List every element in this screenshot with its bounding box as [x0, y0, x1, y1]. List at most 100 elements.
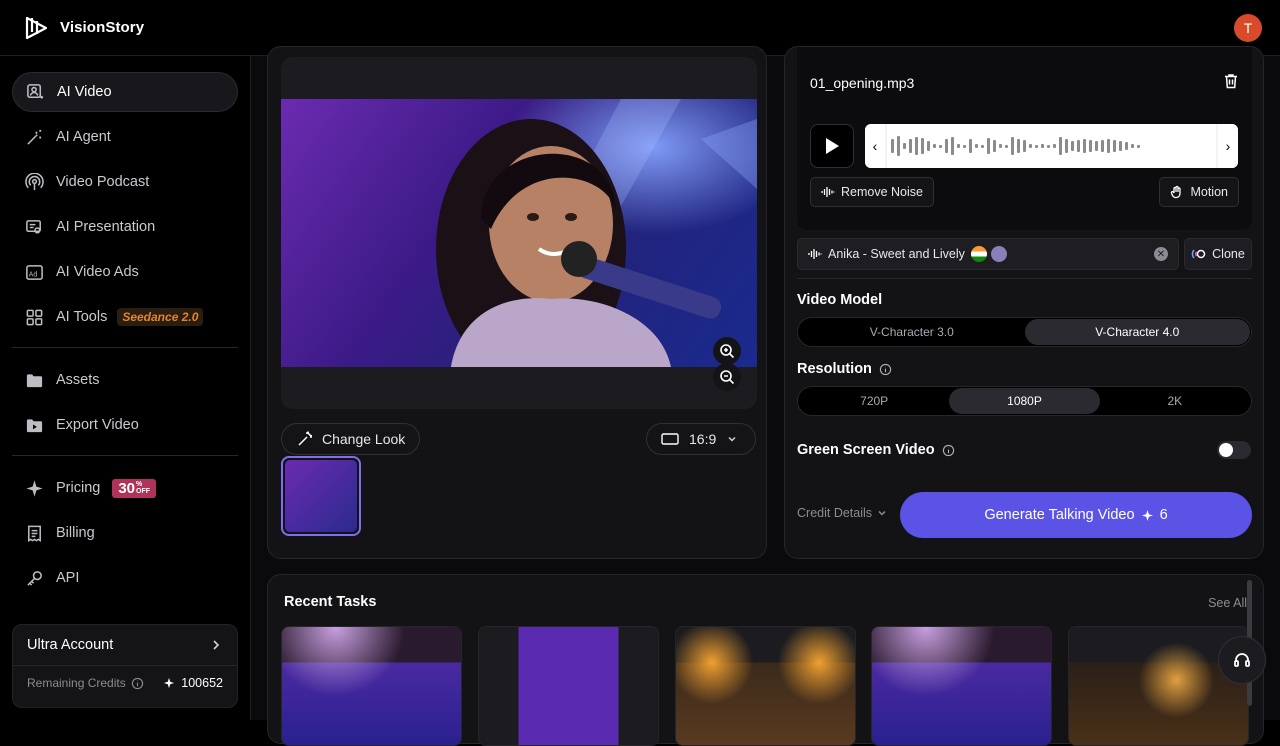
support-chat-button[interactable]	[1218, 636, 1266, 684]
magic-wand-icon	[24, 127, 44, 147]
task-thumbnail	[479, 627, 658, 745]
recent-task-card[interactable]	[871, 626, 1052, 746]
video-model-option-v4[interactable]: V-Character 4.0	[1024, 319, 1250, 345]
waveform-bars	[887, 124, 1216, 168]
generate-label: Generate Talking Video	[984, 507, 1135, 523]
grid-icon	[24, 307, 44, 327]
sidebar-item-label: API	[56, 570, 80, 586]
change-look-button[interactable]: Change Look	[281, 423, 421, 455]
sidebar-item-label: Export Video	[56, 417, 139, 433]
account-card[interactable]: Ultra Account Remaining Credits 100652	[12, 624, 238, 708]
motion-button[interactable]: Motion	[1159, 177, 1239, 207]
recent-task-card[interactable]	[675, 626, 856, 746]
visionstory-logo-icon	[25, 16, 48, 39]
aspect-ratio-select[interactable]: 16:9	[646, 423, 756, 455]
zoom-in-button[interactable]	[713, 337, 741, 365]
sidebar-item-api[interactable]: API	[12, 558, 238, 598]
delete-audio-button[interactable]	[1222, 72, 1240, 95]
credit-sparkle-icon	[164, 677, 175, 689]
sidebar-item-label: AI Video Ads	[56, 264, 139, 280]
recent-task-card[interactable]	[281, 626, 462, 746]
sidebar-item-billing[interactable]: Billing	[12, 513, 238, 553]
sidebar-divider	[12, 347, 238, 348]
sidebar-item-label: Billing	[56, 525, 95, 541]
clone-voice-button[interactable]: Clone	[1184, 238, 1252, 270]
zoom-out-button[interactable]	[713, 363, 741, 391]
info-icon[interactable]	[942, 444, 955, 457]
clone-voice-icon	[1191, 249, 1206, 259]
brand-name: VisionStory	[60, 19, 145, 36]
green-screen-toggle[interactable]	[1217, 441, 1251, 459]
resolution-option-1080p[interactable]: 1080P	[949, 388, 1100, 414]
ai-video-icon	[25, 82, 45, 102]
main-content: Change Look 16:9 01_opening.mp3 ‹ › Remo…	[251, 46, 1280, 746]
receipt-icon	[24, 523, 44, 543]
info-icon[interactable]	[131, 677, 144, 690]
clone-label: Clone	[1212, 247, 1245, 261]
export-folder-icon	[24, 415, 44, 435]
sidebar-item-ai-video[interactable]: AI Video	[12, 72, 238, 112]
generate-talking-video-button[interactable]: Generate Talking Video 6	[900, 492, 1252, 538]
avatar-editor-panel: Change Look 16:9	[267, 46, 767, 559]
change-look-label: Change Look	[322, 431, 406, 447]
remove-noise-label: Remove Noise	[841, 185, 923, 199]
sidebar-item-label: Pricing	[56, 480, 101, 496]
user-avatar[interactable]: T	[1234, 13, 1262, 42]
sidebar-item-ai-agent[interactable]: AI Agent	[12, 117, 238, 157]
task-thumbnail	[282, 627, 461, 745]
india-flag-icon	[970, 246, 987, 262]
ads-icon: Ad	[24, 262, 44, 282]
recent-tasks-panel: Recent Tasks See All	[267, 574, 1264, 746]
zoom-out-icon	[720, 370, 735, 385]
sidebar-item-ai-video-ads[interactable]: Ad AI Video Ads	[12, 252, 238, 292]
sidebar-item-ai-presentation[interactable]: AI Presentation	[12, 207, 238, 247]
resolution-option-720p[interactable]: 720P	[799, 388, 949, 414]
voice-name: Anika - Sweet and Lively	[828, 247, 965, 261]
remove-noise-button[interactable]: Remove Noise	[810, 177, 934, 207]
sidebar-item-assets[interactable]: Assets	[12, 360, 238, 400]
motion-label: Motion	[1190, 185, 1228, 199]
resolution-title: Resolution	[797, 361, 892, 377]
motion-hand-icon	[1171, 185, 1182, 199]
look-thumbnail-selected[interactable]	[281, 456, 361, 536]
info-icon[interactable]	[879, 363, 892, 376]
brand[interactable]: VisionStory	[24, 15, 144, 41]
aspect-ratio-icon	[661, 433, 679, 445]
sidebar-item-pricing[interactable]: Pricing 30 % OFF	[12, 468, 238, 508]
account-title: Ultra Account	[27, 637, 114, 653]
voice-select[interactable]: Anika - Sweet and Lively ✕	[797, 238, 1179, 270]
sidebar-item-label: Video Podcast	[56, 174, 150, 190]
video-model-option-v3[interactable]: V-Character 3.0	[799, 319, 1025, 345]
look-thumbnail-image	[285, 460, 357, 532]
recent-task-card[interactable]	[478, 626, 659, 746]
svg-text:Ad: Ad	[28, 270, 37, 278]
recent-task-card[interactable]	[1068, 626, 1249, 746]
sparkle-icon	[24, 478, 44, 498]
play-icon	[826, 138, 839, 154]
sidebar-item-label: AI Agent	[56, 129, 111, 145]
clear-voice-button[interactable]: ✕	[1154, 247, 1168, 261]
audio-file-name: 01_opening.mp3	[810, 75, 915, 91]
see-all-link[interactable]: See All	[1208, 596, 1247, 610]
seedance-badge: Seedance 2.0	[117, 308, 204, 326]
resolution-option-2k[interactable]: 2K	[1100, 388, 1250, 414]
avatar-preview-image	[281, 99, 757, 379]
play-audio-button[interactable]	[810, 124, 854, 168]
folder-icon	[24, 370, 44, 390]
settings-divider	[797, 278, 1252, 279]
sidebar-item-export-video[interactable]: Export Video	[12, 405, 238, 445]
trim-end-handle[interactable]: ›	[1218, 124, 1238, 168]
sidebar-item-video-podcast[interactable]: Video Podcast	[12, 162, 238, 202]
remaining-credits-value: 100652	[163, 676, 223, 690]
sidebar-item-ai-tools[interactable]: AI Tools Seedance 2.0	[12, 297, 238, 337]
chevron-right-icon	[213, 640, 220, 650]
audio-waveform[interactable]: ‹ ›	[865, 124, 1238, 168]
video-preview	[281, 57, 757, 409]
voice-avatar-icon	[990, 246, 1007, 262]
discount-badge: 30 % OFF	[112, 478, 157, 498]
waveform-icon	[821, 187, 835, 197]
credit-details-link[interactable]: Credit Details	[797, 506, 888, 520]
trim-start-handle[interactable]: ‹	[865, 124, 885, 168]
sidebar-item-label: AI Presentation	[56, 219, 156, 235]
chevron-down-icon	[728, 436, 736, 442]
